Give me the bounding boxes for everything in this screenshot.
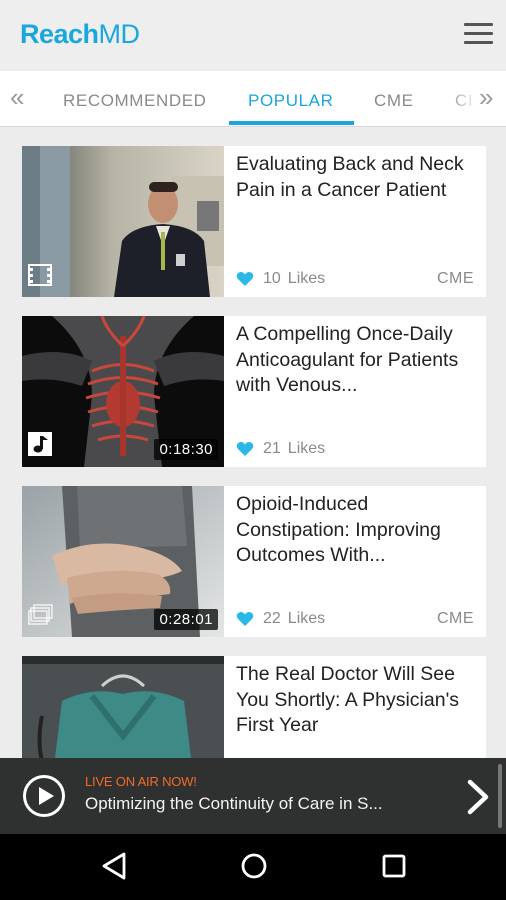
reachmd-logo[interactable]: ReachMD	[20, 19, 140, 50]
tab-cme[interactable]: CME	[374, 91, 414, 111]
chevron-right-icon[interactable]	[464, 779, 494, 815]
article-card[interactable]: 0:18:30 A Compelling Once-Daily Anticoag…	[22, 316, 486, 467]
article-thumbnail[interactable]: 0:28:01	[22, 486, 224, 637]
tab-recommended[interactable]: RECOMMENDED	[63, 91, 207, 111]
play-icon[interactable]	[23, 775, 65, 817]
cme-badge: CME	[436, 270, 474, 287]
article-list: Evaluating Back and Neck Pain in a Cance…	[0, 128, 506, 758]
tab-fade	[446, 71, 506, 126]
category-tabs: « RECOMMENDED POPULAR CME CI »	[0, 71, 506, 127]
heart-icon[interactable]	[236, 271, 254, 287]
home-icon[interactable]	[240, 851, 268, 886]
recent-apps-icon[interactable]	[380, 851, 408, 886]
heart-icon[interactable]	[236, 441, 254, 457]
likes-label: Likes	[287, 270, 326, 287]
likes-count[interactable]: 10 Likes	[236, 270, 325, 288]
likes-label: Likes	[287, 610, 326, 627]
music-note-icon	[28, 432, 52, 461]
article-card[interactable]: The Real Doctor Will See You Shortly: A …	[22, 656, 486, 758]
likes-number: 10	[263, 270, 281, 287]
scroll-left-chevron-icon[interactable]: «	[10, 84, 24, 110]
likes-count[interactable]: 22 Likes	[236, 610, 325, 628]
live-on-air-label: LIVE ON AIR NOW!	[85, 774, 197, 789]
article-thumbnail[interactable]	[22, 146, 224, 297]
now-playing-bar[interactable]: LIVE ON AIR NOW! Optimizing the Continui…	[0, 758, 506, 834]
article-card[interactable]: Evaluating Back and Neck Pain in a Cance…	[22, 146, 486, 297]
heart-icon[interactable]	[236, 611, 254, 627]
article-title[interactable]: A Compelling Once-Daily Anticoagulant fo…	[236, 322, 482, 399]
film-icon	[28, 264, 52, 291]
scroll-right-chevron-icon[interactable]: »	[479, 84, 493, 110]
back-icon[interactable]	[100, 851, 128, 886]
likes-count[interactable]: 21 Likes	[236, 440, 325, 458]
likes-number: 22	[263, 610, 281, 627]
article-title[interactable]: Evaluating Back and Neck Pain in a Cance…	[236, 152, 482, 203]
video-duration: 0:18:30	[154, 439, 218, 460]
system-navigation-bar	[0, 834, 506, 900]
article-thumbnail[interactable]	[22, 656, 224, 758]
video-duration: 0:28:01	[154, 609, 218, 630]
logo-md-text: MD	[98, 19, 141, 49]
article-card[interactable]: 0:28:01 Opioid-Induced Constipation: Imp…	[22, 486, 486, 637]
article-title[interactable]: The Real Doctor Will See You Shortly: A …	[236, 662, 482, 739]
stack-icon	[28, 604, 54, 631]
article-thumbnail[interactable]: 0:18:30	[22, 316, 224, 467]
likes-label: Likes	[287, 440, 326, 457]
app-header: ReachMD	[0, 0, 506, 71]
article-title[interactable]: Opioid-Induced Constipation: Improving O…	[236, 492, 482, 569]
cme-badge: CME	[436, 610, 474, 627]
now-playing-title[interactable]: Optimizing the Continuity of Care in S..…	[85, 794, 383, 814]
tab-popular[interactable]: POPULAR	[248, 91, 333, 111]
scrollbar	[498, 764, 502, 828]
logo-reach-text: Reach	[20, 19, 99, 49]
active-tab-indicator	[229, 121, 354, 125]
likes-number: 21	[263, 440, 281, 457]
menu-icon[interactable]	[464, 21, 494, 47]
